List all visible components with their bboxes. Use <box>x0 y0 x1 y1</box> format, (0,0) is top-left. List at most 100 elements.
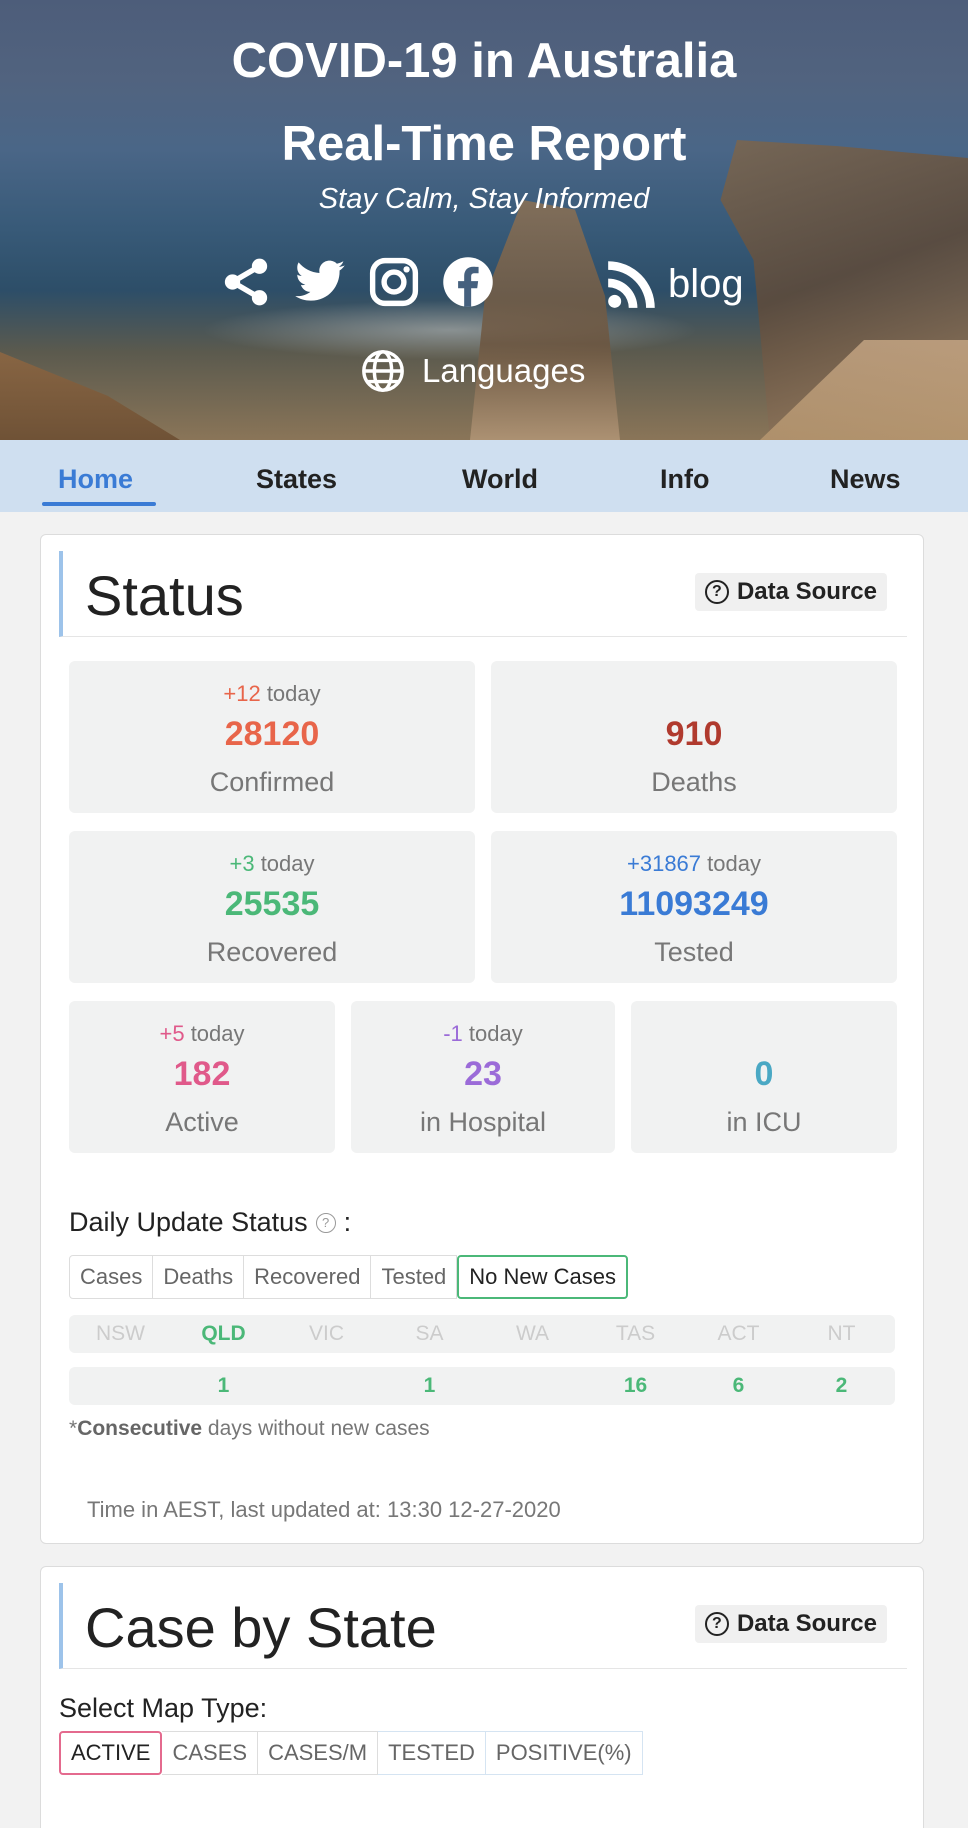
today-word: today <box>190 1021 245 1046</box>
nav-news[interactable]: News <box>830 464 901 495</box>
icu-label: in ICU <box>726 1107 802 1137</box>
icu-stat: 0 in ICU <box>631 1001 897 1153</box>
state-tas: TAS <box>615 1322 656 1345</box>
nav-home[interactable]: Home <box>58 464 133 495</box>
recovered-delta: +3 <box>229 851 255 876</box>
daily-update-status-heading: Daily Update Status ? : <box>69 1207 352 1237</box>
map-tab-cases[interactable]: CASES <box>162 1731 259 1775</box>
hospital-today: -1 today <box>351 1021 615 1047</box>
state-values-row: 1 1 16 6 2 <box>69 1367 895 1405</box>
value-nsw <box>69 1367 172 1405</box>
today-word: today <box>707 851 761 876</box>
state-vic: VIC <box>308 1322 344 1345</box>
tab-recovered[interactable]: Recovered <box>244 1255 372 1299</box>
case-by-state-title: Case by State <box>85 1596 437 1659</box>
map-type-tabs: ACTIVE CASES CASES/M TESTED POSITIVE(%) <box>59 1731 643 1775</box>
status-title: Status <box>85 564 244 627</box>
help-icon: ? <box>704 580 729 604</box>
tab-deaths[interactable]: Deaths <box>153 1255 245 1299</box>
site-tagline: Stay Calm, Stay Informed <box>318 183 650 215</box>
background-cliff-left <box>0 352 180 440</box>
share-icon[interactable] <box>217 253 275 311</box>
twitter-icon[interactable] <box>291 253 349 311</box>
hospital-label: in Hospital <box>419 1107 547 1137</box>
value-tas: 16 <box>623 1374 648 1397</box>
state-sa: SA <box>415 1322 444 1345</box>
case-by-state-header: Case by State ? Data Source <box>59 1583 907 1669</box>
data-source-label: Data Source <box>736 1610 877 1637</box>
consecutive-days-note: *Consecutive days without new cases <box>69 1417 430 1441</box>
confirmed-label: Confirmed <box>209 767 335 797</box>
nav-info[interactable]: Info <box>660 464 709 495</box>
value-qld: 1 <box>217 1374 230 1397</box>
active-delta: +5 <box>159 1021 185 1046</box>
blog-link[interactable]: blog <box>606 258 744 310</box>
confirmed-value: 28120 <box>224 715 320 753</box>
hospital-stat: -1 today 23 in Hospital <box>351 1001 615 1153</box>
value-vic <box>275 1367 378 1405</box>
blog-label: blog <box>668 261 744 306</box>
daily-update-label: Daily Update Status <box>69 1207 308 1237</box>
tested-delta: +31867 <box>627 851 702 876</box>
state-act: ACT <box>717 1322 760 1345</box>
note-rest: days without new cases <box>202 1417 430 1440</box>
languages-button[interactable]: Languages <box>360 348 585 394</box>
languages-label: Languages <box>422 352 586 389</box>
tested-value: 11093249 <box>619 885 769 923</box>
icu-value: 0 <box>754 1055 774 1093</box>
header-banner: COVID-19 in Australia Real-Time Report S… <box>0 0 968 440</box>
tested-stat: +31867 today 11093249 Tested <box>491 831 897 983</box>
background-rock-stack <box>470 200 620 440</box>
help-icon[interactable]: ? <box>315 1212 336 1233</box>
value-wa <box>481 1367 584 1405</box>
status-header: Status ? Data Source <box>59 551 907 637</box>
case-by-state-card: Case by State ? Data Source Select Map T… <box>40 1566 924 1828</box>
map-tab-cases-per-million[interactable]: CASES/M <box>258 1731 379 1775</box>
tested-label: Tested <box>654 937 734 967</box>
site-title-line1: COVID-19 in Australia <box>231 34 737 88</box>
status-card: Status ? Data Source +12 today 28120 Con… <box>40 534 924 1544</box>
today-word: today <box>260 851 315 876</box>
deaths-label: Deaths <box>651 767 737 797</box>
daily-update-tabs: Cases Deaths Recovered Tested No New Cas… <box>69 1255 629 1299</box>
instagram-icon[interactable] <box>365 253 423 311</box>
help-icon: ? <box>704 1612 729 1636</box>
value-nt: 2 <box>835 1374 848 1397</box>
state-qld: QLD <box>201 1322 246 1345</box>
case-by-state-data-source-button[interactable]: ? Data Source <box>694 1605 887 1643</box>
tab-no-new-cases[interactable]: No New Cases <box>457 1255 629 1299</box>
map-tab-tested[interactable]: TESTED <box>378 1731 486 1775</box>
recovered-stat: +3 today 25535 Recovered <box>69 831 475 983</box>
recovered-today: +3 today <box>69 851 475 877</box>
state-wa: WA <box>515 1322 550 1345</box>
deaths-value: 910 <box>665 715 723 753</box>
nav-world[interactable]: World <box>462 464 538 495</box>
note-prefix: * <box>69 1417 78 1440</box>
active-value: 182 <box>173 1055 231 1093</box>
active-stat: +5 today 182 Active <box>69 1001 335 1153</box>
status-data-source-button[interactable]: ? Data Source <box>694 573 887 611</box>
last-updated-text: Time in AEST, last updated at: 13:30 12-… <box>87 1497 561 1522</box>
confirmed-delta: +12 <box>223 681 261 706</box>
tab-cases[interactable]: Cases <box>69 1255 154 1299</box>
map-tab-positive[interactable]: POSITIVE(%) <box>485 1731 643 1775</box>
confirmed-stat: +12 today 28120 Confirmed <box>69 661 475 813</box>
nav-active-indicator <box>42 502 156 506</box>
recovered-label: Recovered <box>206 937 338 967</box>
deaths-stat: 910 Deaths <box>491 661 897 813</box>
value-sa: 1 <box>423 1374 436 1397</box>
hospital-value: 23 <box>464 1055 502 1093</box>
state-nt: NT <box>827 1322 856 1345</box>
facebook-icon[interactable] <box>439 253 497 311</box>
nav-states[interactable]: States <box>256 464 337 495</box>
active-today: +5 today <box>69 1021 335 1047</box>
tab-tested[interactable]: Tested <box>371 1255 458 1299</box>
confirmed-today: +12 today <box>69 681 475 707</box>
map-tab-active[interactable]: ACTIVE <box>59 1731 163 1775</box>
main-nav: Home States World Info News <box>0 440 968 512</box>
active-label: Active <box>165 1107 239 1137</box>
state-header-row: NSW QLD VIC SA WA TAS ACT NT <box>69 1315 895 1353</box>
note-bold: Consecutive <box>77 1417 203 1440</box>
data-source-label: Data Source <box>736 578 877 605</box>
tested-today: +31867 today <box>491 851 897 877</box>
